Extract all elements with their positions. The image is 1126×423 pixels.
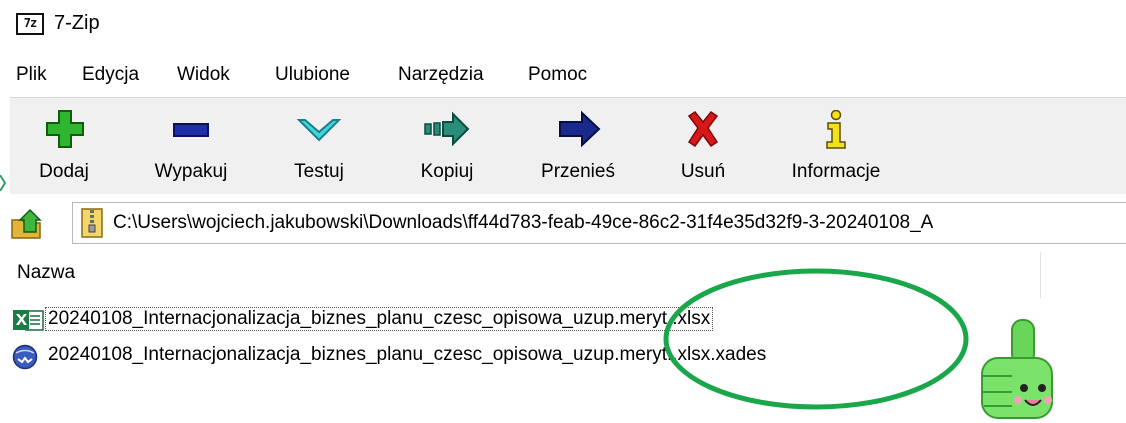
test-label: Testuj [294, 161, 344, 182]
address-path: C:\Users\wojciech.jakubowski\Downloads\f… [113, 212, 934, 233]
copy-label: Kopiuj [420, 161, 474, 182]
check-icon [297, 119, 341, 142]
7zip-logo-icon: 7z [16, 13, 44, 35]
plus-icon [46, 110, 84, 148]
menu-bar: Plik Edycja Widok Ulubione Narzędzia Pom… [0, 60, 1126, 92]
menu-file[interactable]: Plik [16, 64, 47, 86]
thumbs-up-icon [981, 319, 1053, 419]
title-bar: 7z 7-Zip [0, 0, 1126, 50]
copy-arrow-icon [424, 111, 470, 147]
column-header-name[interactable]: Nazwa [17, 262, 75, 284]
address-input[interactable]: C:\Users\wojciech.jakubowski\Downloads\f… [72, 202, 1126, 244]
move-arrow-icon [559, 110, 601, 148]
add-button[interactable]: Dodaj [24, 98, 104, 194]
info-label: Informacje [791, 161, 881, 182]
file-list: Nazwa 20240108_Internacjonalizacja_bizne… [0, 252, 1126, 423]
file-name: 20240108_Internacjonalizacja_biznes_plan… [48, 344, 767, 365]
extract-label: Wypakuj [154, 161, 228, 182]
edge-mark [0, 175, 7, 191]
info-button[interactable]: Informacje [774, 98, 898, 194]
delete-button[interactable]: Usuń [668, 98, 738, 194]
excel-file-icon [13, 310, 44, 331]
xades-file-icon [12, 344, 38, 370]
info-icon [826, 110, 846, 149]
up-folder-icon[interactable] [10, 208, 46, 240]
file-name: 20240108_Internacjonalizacja_biznes_plan… [44, 307, 714, 331]
extract-button[interactable]: Wypakuj [136, 98, 246, 194]
column-divider[interactable] [1040, 252, 1041, 298]
menu-view[interactable]: Widok [177, 64, 230, 86]
menu-favorites[interactable]: Ulubione [275, 64, 350, 86]
zip-archive-icon [81, 208, 103, 238]
window-title: 7-Zip [54, 12, 100, 34]
move-button[interactable]: Przenieś [530, 98, 626, 194]
move-label: Przenieś [541, 161, 615, 182]
address-bar: C:\Users\wojciech.jakubowski\Downloads\f… [0, 198, 1126, 248]
delete-x-icon [687, 110, 719, 148]
toolbar: Dodaj Wypakuj Testuj Kopiuj Przenieś Usu… [10, 97, 1126, 194]
menu-edit[interactable]: Edycja [82, 64, 139, 86]
add-label: Dodaj [39, 161, 89, 182]
minus-icon [173, 123, 209, 137]
menu-tools[interactable]: Narzędzia [398, 64, 484, 86]
menu-help[interactable]: Pomoc [528, 64, 587, 86]
delete-label: Usuń [680, 161, 726, 182]
copy-button[interactable]: Kopiuj [402, 98, 492, 194]
test-button[interactable]: Testuj [276, 98, 362, 194]
